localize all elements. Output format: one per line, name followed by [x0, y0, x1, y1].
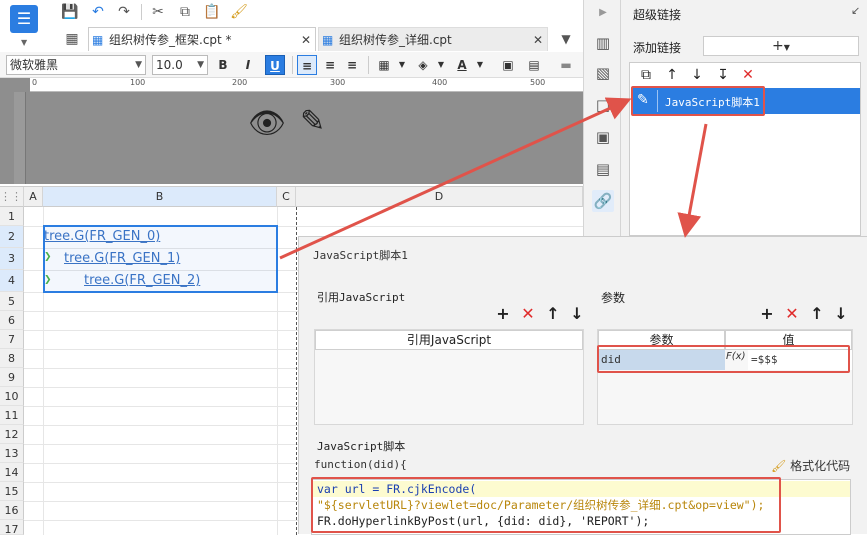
annotation-arrows: [279, 97, 708, 260]
arrow-link-to-dialog: [677, 123, 708, 238]
arrow-cell-to-link: [279, 97, 632, 260]
